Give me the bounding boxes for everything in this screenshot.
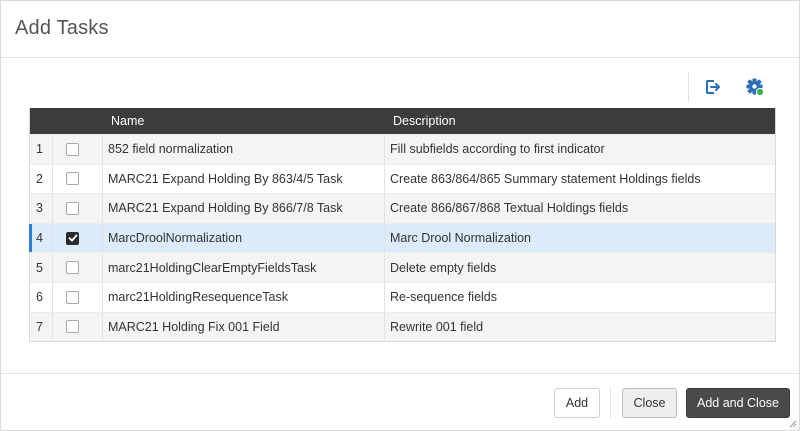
- export-button[interactable]: [697, 71, 729, 103]
- column-divider: [52, 164, 53, 194]
- gear-icon: [746, 78, 765, 97]
- table-row[interactable]: 7 MARC21 Holding Fix 001 Field Rewrite 0…: [30, 311, 775, 342]
- column-divider: [102, 164, 103, 194]
- column-divider: [384, 194, 385, 223]
- row-checkbox[interactable]: [66, 261, 79, 275]
- table-row[interactable]: 3 MARC21 Expand Holding By 866/7/8 Task …: [30, 193, 775, 223]
- task-description: Fill subfields according to first indica…: [390, 142, 605, 157]
- footer-divider: [610, 388, 611, 418]
- task-name: marc21HoldingClearEmptyFieldsTask: [108, 260, 317, 275]
- column-divider: [52, 194, 53, 223]
- task-name: 852 field normalization: [108, 142, 234, 157]
- grid-toolbar: [688, 71, 771, 103]
- table-row[interactable]: 6 marc21HoldingResequenceTask Re-sequenc…: [30, 281, 775, 312]
- table-row[interactable]: 2 MARC21 Expand Holding By 863/4/5 Task …: [30, 163, 775, 194]
- table-row[interactable]: 5 marc21HoldingClearEmptyFieldsTask Dele…: [30, 252, 775, 282]
- column-divider: [102, 194, 103, 223]
- row-number: 7: [36, 319, 43, 334]
- column-divider: [102, 253, 103, 282]
- resize-handle-icon[interactable]: [787, 418, 797, 428]
- task-name: marc21HoldingResequenceTask: [108, 290, 288, 305]
- task-name: MARC21 Expand Holding By 863/4/5 Task: [108, 171, 343, 186]
- task-description: Create 866/867/868 Textual Holdings fiel…: [390, 201, 629, 216]
- dialog-title: Add Tasks: [15, 17, 109, 39]
- table-row[interactable]: 1 852 field normalization Fill subfields…: [30, 134, 775, 164]
- task-description: Re-sequence fields: [390, 290, 498, 305]
- column-header-name[interactable]: Name: [111, 114, 144, 128]
- column-divider: [384, 164, 385, 194]
- row-number: 5: [36, 260, 43, 275]
- column-divider: [102, 135, 103, 164]
- task-name: MARC21 Expand Holding By 866/7/8 Task: [108, 201, 343, 216]
- column-divider: [102, 312, 103, 342]
- table-row-selected[interactable]: 4 MarcDroolNormalization Marc Drool Norm…: [29, 222, 775, 253]
- column-divider: [384, 282, 385, 312]
- task-description: Delete empty fields: [390, 260, 497, 275]
- column-divider: [384, 135, 385, 164]
- column-divider: [384, 223, 385, 253]
- table-settings-button[interactable]: [739, 71, 771, 103]
- column-divider: [52, 253, 53, 282]
- dialog-header: Add Tasks: [1, 1, 799, 58]
- checkmark-icon: [68, 234, 77, 242]
- column-divider: [102, 282, 103, 312]
- row-checkbox[interactable]: [66, 172, 79, 186]
- task-description: Create 863/864/865 Summary statement Hol…: [390, 171, 701, 186]
- tasks-table: Name Description 1 852 field normalizati…: [29, 108, 776, 343]
- add-button[interactable]: Add: [554, 388, 600, 418]
- close-button[interactable]: Close: [622, 388, 677, 418]
- row-checkbox[interactable]: [66, 290, 79, 304]
- row-number: 2: [36, 171, 43, 186]
- column-header-description[interactable]: Description: [393, 114, 456, 128]
- toolbar-divider: [688, 72, 689, 102]
- row-number: 6: [36, 290, 43, 305]
- row-checkbox[interactable]: [66, 142, 79, 156]
- task-name: MARC21 Holding Fix 001 Field: [108, 319, 280, 334]
- row-number: 1: [36, 142, 43, 157]
- column-divider: [384, 312, 385, 342]
- row-number: 4: [36, 231, 43, 246]
- add-and-close-button[interactable]: Add and Close: [686, 388, 790, 418]
- row-checkbox[interactable]: [66, 320, 79, 334]
- row-number: 3: [36, 201, 43, 216]
- task-name: MarcDroolNormalization: [108, 231, 243, 246]
- add-tasks-dialog: Add Tasks Name Description 1 852 field n…: [0, 0, 800, 431]
- export-icon: [706, 80, 720, 94]
- column-divider: [52, 135, 53, 164]
- column-divider: [102, 223, 103, 253]
- dialog-footer: Add Close Add and Close: [1, 373, 799, 430]
- row-checkbox[interactable]: [66, 201, 79, 215]
- column-divider: [52, 282, 53, 312]
- task-description: Marc Drool Normalization: [390, 231, 532, 246]
- column-divider: [52, 223, 53, 253]
- table-header-row: Name Description: [30, 108, 775, 134]
- column-divider: [384, 253, 385, 282]
- task-description: Rewrite 001 field: [390, 319, 484, 334]
- row-checkbox-checked[interactable]: [66, 231, 79, 245]
- column-divider: [52, 312, 53, 342]
